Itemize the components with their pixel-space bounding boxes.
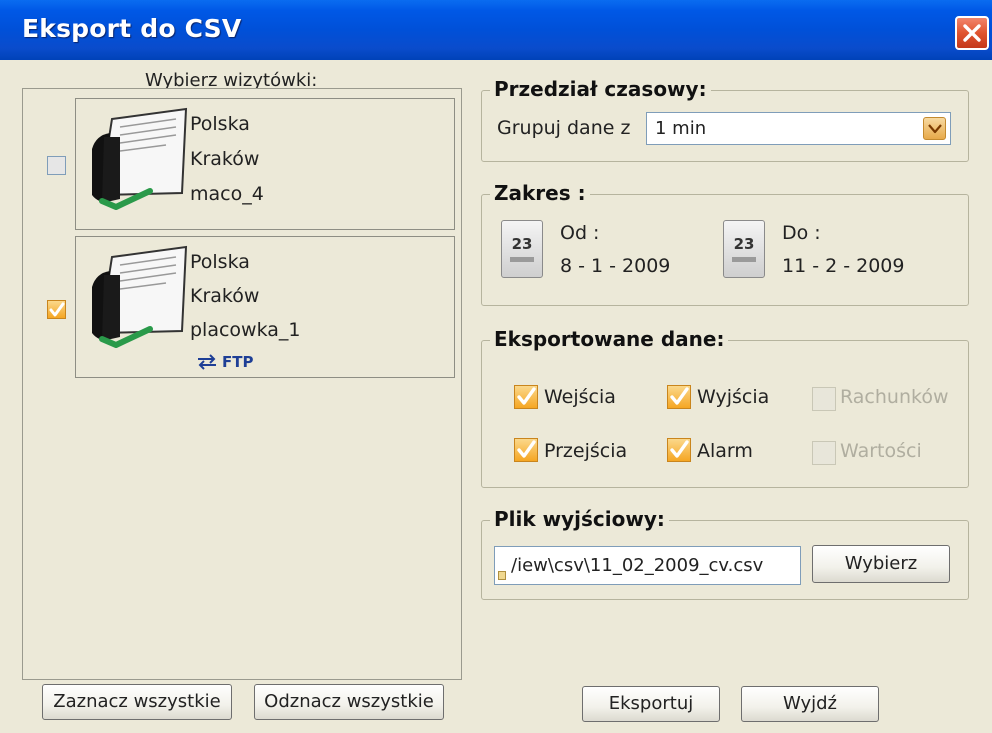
- time-interval-title: Przedział czasowy:: [490, 77, 711, 101]
- to-date-calendar-button[interactable]: 23: [723, 220, 765, 278]
- ftp-badge: FTP: [196, 353, 253, 371]
- close-icon: [963, 24, 981, 42]
- select-all-label: Zaznacz wszystkie: [53, 691, 221, 712]
- card-country: Polska: [190, 251, 250, 273]
- from-date-value[interactable]: 8 - 1 - 2009: [560, 255, 670, 277]
- deselect-all-label: Odznacz wszystkie: [264, 691, 434, 712]
- card-name: placowka_1: [190, 319, 301, 341]
- checkbox-wyjscia[interactable]: [667, 385, 691, 409]
- exit-button[interactable]: Wyjdź: [741, 686, 879, 722]
- checkmark-icon: [670, 387, 689, 405]
- export-button[interactable]: Eksportuj: [582, 686, 720, 722]
- exported-data-group: Eksportowane dane:: [481, 327, 969, 488]
- choose-file-label: Wybierz: [844, 553, 918, 574]
- checkbox-wejscia[interactable]: [514, 385, 538, 409]
- dropdown-arrow-icon: [928, 124, 942, 134]
- business-card-icon: [92, 107, 188, 210]
- group-interval-select[interactable]: 1 min: [646, 112, 951, 145]
- ftp-label: FTP: [222, 353, 254, 371]
- range-title: Zakres :: [490, 181, 590, 205]
- label-wartosci: Wartości: [840, 440, 922, 462]
- export-csv-dialog: Eksport do CSV Wybierz wizytówki: Polska…: [0, 0, 992, 733]
- checkbox-przejscia[interactable]: [514, 438, 538, 462]
- to-label: Do :: [782, 222, 821, 244]
- exit-label: Wyjdź: [782, 693, 837, 714]
- label-alarm[interactable]: Alarm: [697, 440, 753, 462]
- checkbox-rachunkow: [812, 387, 836, 411]
- checkmark-icon: [517, 440, 536, 458]
- exported-data-title: Eksportowane dane:: [490, 327, 729, 351]
- card-country: Polska: [190, 113, 250, 135]
- lock-icon: [498, 571, 506, 580]
- select-all-button[interactable]: Zaznacz wszystkie: [42, 684, 232, 720]
- checkmark-icon: [517, 387, 536, 405]
- card-maco-4[interactable]: Polska Kraków maco_4: [75, 98, 455, 230]
- export-label: Eksportuj: [608, 693, 694, 714]
- label-wyjscia[interactable]: Wyjścia: [697, 386, 769, 408]
- label-rachunkow: Rachunków: [840, 386, 949, 408]
- output-path-value: /iew\csv\11_02_2009_cv.csv: [511, 555, 764, 576]
- output-path-field[interactable]: /iew\csv\11_02_2009_cv.csv: [494, 546, 801, 585]
- group-data-label: Grupuj dane z: [497, 117, 631, 139]
- card-checkbox-placowka-1[interactable]: [47, 300, 66, 319]
- title-bar[interactable]: Eksport do CSV: [0, 0, 992, 60]
- business-card-icon: [92, 245, 188, 348]
- calendar-icon: 23: [733, 235, 755, 253]
- card-name: maco_4: [190, 183, 264, 205]
- output-file-title: Plik wyjściowy:: [490, 507, 669, 531]
- label-przejscia[interactable]: Przejścia: [544, 440, 627, 462]
- deselect-all-button[interactable]: Odznacz wszystkie: [254, 684, 444, 720]
- checkmark-icon: [670, 440, 689, 458]
- from-date-calendar-button[interactable]: 23: [501, 220, 543, 278]
- group-interval-value: 1 min: [655, 118, 707, 139]
- label-wejscia[interactable]: Wejścia: [544, 386, 616, 408]
- dropdown-button[interactable]: [923, 117, 946, 140]
- calendar-icon: 23: [511, 235, 533, 253]
- from-label: Od :: [560, 222, 600, 244]
- checkmark-icon: [49, 302, 65, 317]
- card-checkbox-maco-4[interactable]: [47, 156, 66, 175]
- to-date-value[interactable]: 11 - 2 - 2009: [782, 255, 905, 277]
- window-title: Eksport do CSV: [22, 14, 242, 43]
- card-placowka-1[interactable]: Polska Kraków placowka_1 FTP: [75, 236, 455, 378]
- ftp-transfer-icon: [198, 354, 216, 370]
- card-city: Kraków: [190, 148, 260, 170]
- choose-file-button[interactable]: Wybierz: [812, 545, 950, 583]
- checkbox-alarm[interactable]: [667, 438, 691, 462]
- card-city: Kraków: [190, 285, 260, 307]
- close-button[interactable]: [955, 16, 989, 50]
- checkbox-wartosci: [812, 441, 836, 465]
